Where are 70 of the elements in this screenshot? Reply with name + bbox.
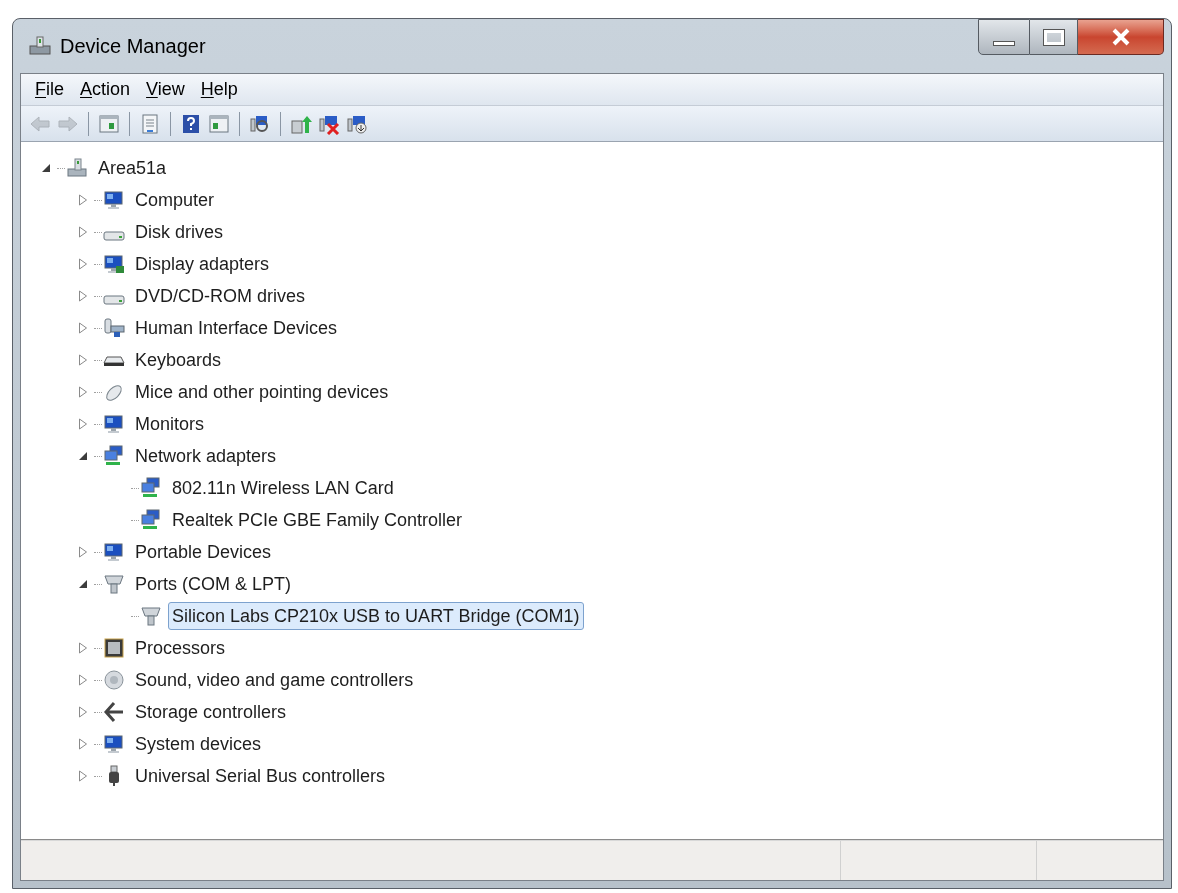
monitor-icon xyxy=(103,189,125,211)
tree-item[interactable]: Area51a xyxy=(94,154,171,182)
window-title: Device Manager xyxy=(60,34,206,59)
expand-arrow-icon[interactable] xyxy=(78,322,88,334)
tree-item[interactable]: Computer xyxy=(131,186,219,214)
tree-item[interactable]: Display adapters xyxy=(131,250,274,278)
maximize-icon xyxy=(1043,29,1064,45)
expand-arrow-icon[interactable] xyxy=(78,738,88,750)
tree-item[interactable]: Sound, video and game controllers xyxy=(131,666,418,694)
maximize-button[interactable] xyxy=(1030,19,1078,55)
expand-arrow-icon[interactable] xyxy=(78,674,88,686)
monitor-icon xyxy=(103,541,125,563)
network-icon xyxy=(140,477,162,499)
expand-arrow-icon[interactable] xyxy=(78,290,88,302)
tree-item[interactable]: Silicon Labs CP210x USB to UART Bridge (COM1) xyxy=(168,602,584,630)
tree-item[interactable]: Processors xyxy=(131,634,230,662)
storage-controller-icon xyxy=(103,701,125,723)
expand-arrow-icon[interactable] xyxy=(78,194,88,206)
menu-item[interactable]: View xyxy=(140,76,191,103)
monitor-icon xyxy=(103,733,125,755)
collapse-arrow-icon[interactable] xyxy=(41,163,51,173)
minimize-icon xyxy=(993,41,1015,46)
processor-icon xyxy=(103,637,125,659)
drive-icon xyxy=(103,295,125,305)
menu-item[interactable]: File xyxy=(29,76,70,103)
tower-computer-icon xyxy=(66,157,88,179)
tree-item[interactable]: Portable Devices xyxy=(131,538,276,566)
minimize-button[interactable] xyxy=(978,19,1030,55)
expand-arrow-icon[interactable] xyxy=(78,706,88,718)
tree-item[interactable]: Realtek PCIe GBE Family Controller xyxy=(168,506,467,534)
tree-item[interactable]: Disk drives xyxy=(131,218,227,246)
expand-arrow-icon[interactable] xyxy=(78,418,88,430)
tree-item[interactable]: 802.11n Wireless LAN Card xyxy=(168,474,398,502)
network-icon xyxy=(103,445,125,467)
device-manager-icon xyxy=(28,34,52,58)
tree-item[interactable]: Human Interface Devices xyxy=(131,314,342,342)
tree-item[interactable]: Ports (COM & LPT) xyxy=(131,570,295,598)
monitor-icon xyxy=(103,253,125,275)
port-connector-icon xyxy=(103,573,125,595)
pane-icon[interactable] xyxy=(208,112,230,135)
port-connector-icon xyxy=(140,605,162,627)
help-icon[interactable] xyxy=(180,112,202,135)
expand-arrow-icon[interactable] xyxy=(78,258,88,270)
drive-icon xyxy=(103,231,125,241)
close-icon xyxy=(1110,28,1131,46)
close-button[interactable] xyxy=(1078,19,1164,55)
collapse-arrow-icon[interactable] xyxy=(78,579,88,589)
tree-item[interactable]: Mice and other pointing devices xyxy=(131,378,393,406)
collapse-arrow-icon[interactable] xyxy=(78,451,88,461)
monitor-icon xyxy=(103,413,125,435)
expand-arrow-icon[interactable] xyxy=(78,546,88,558)
tree-item[interactable]: DVD/CD-ROM drives xyxy=(131,282,309,310)
menu-item[interactable]: Action xyxy=(74,76,137,103)
expand-arrow-icon[interactable] xyxy=(78,386,88,398)
expand-arrow-icon[interactable] xyxy=(78,770,88,782)
expand-arrow-icon[interactable] xyxy=(78,354,88,366)
network-icon xyxy=(140,509,162,531)
speaker-icon xyxy=(103,669,125,691)
tree-item[interactable]: Monitors xyxy=(131,410,209,438)
tree-item[interactable]: Universal Serial Bus controllers xyxy=(131,762,390,790)
tree-item[interactable]: Storage controllers xyxy=(131,698,291,726)
expand-arrow-icon[interactable] xyxy=(78,226,88,238)
tree-item[interactable]: Network adapters xyxy=(131,442,281,470)
properties-icon[interactable] xyxy=(139,112,161,135)
pane-icon[interactable] xyxy=(98,112,120,135)
tree-item[interactable]: System devices xyxy=(131,730,266,758)
menu-item[interactable]: Help xyxy=(194,76,244,103)
expand-arrow-icon[interactable] xyxy=(78,642,88,654)
joystick-keyboard-icon xyxy=(103,317,125,339)
tree-item[interactable]: Keyboards xyxy=(131,346,226,374)
